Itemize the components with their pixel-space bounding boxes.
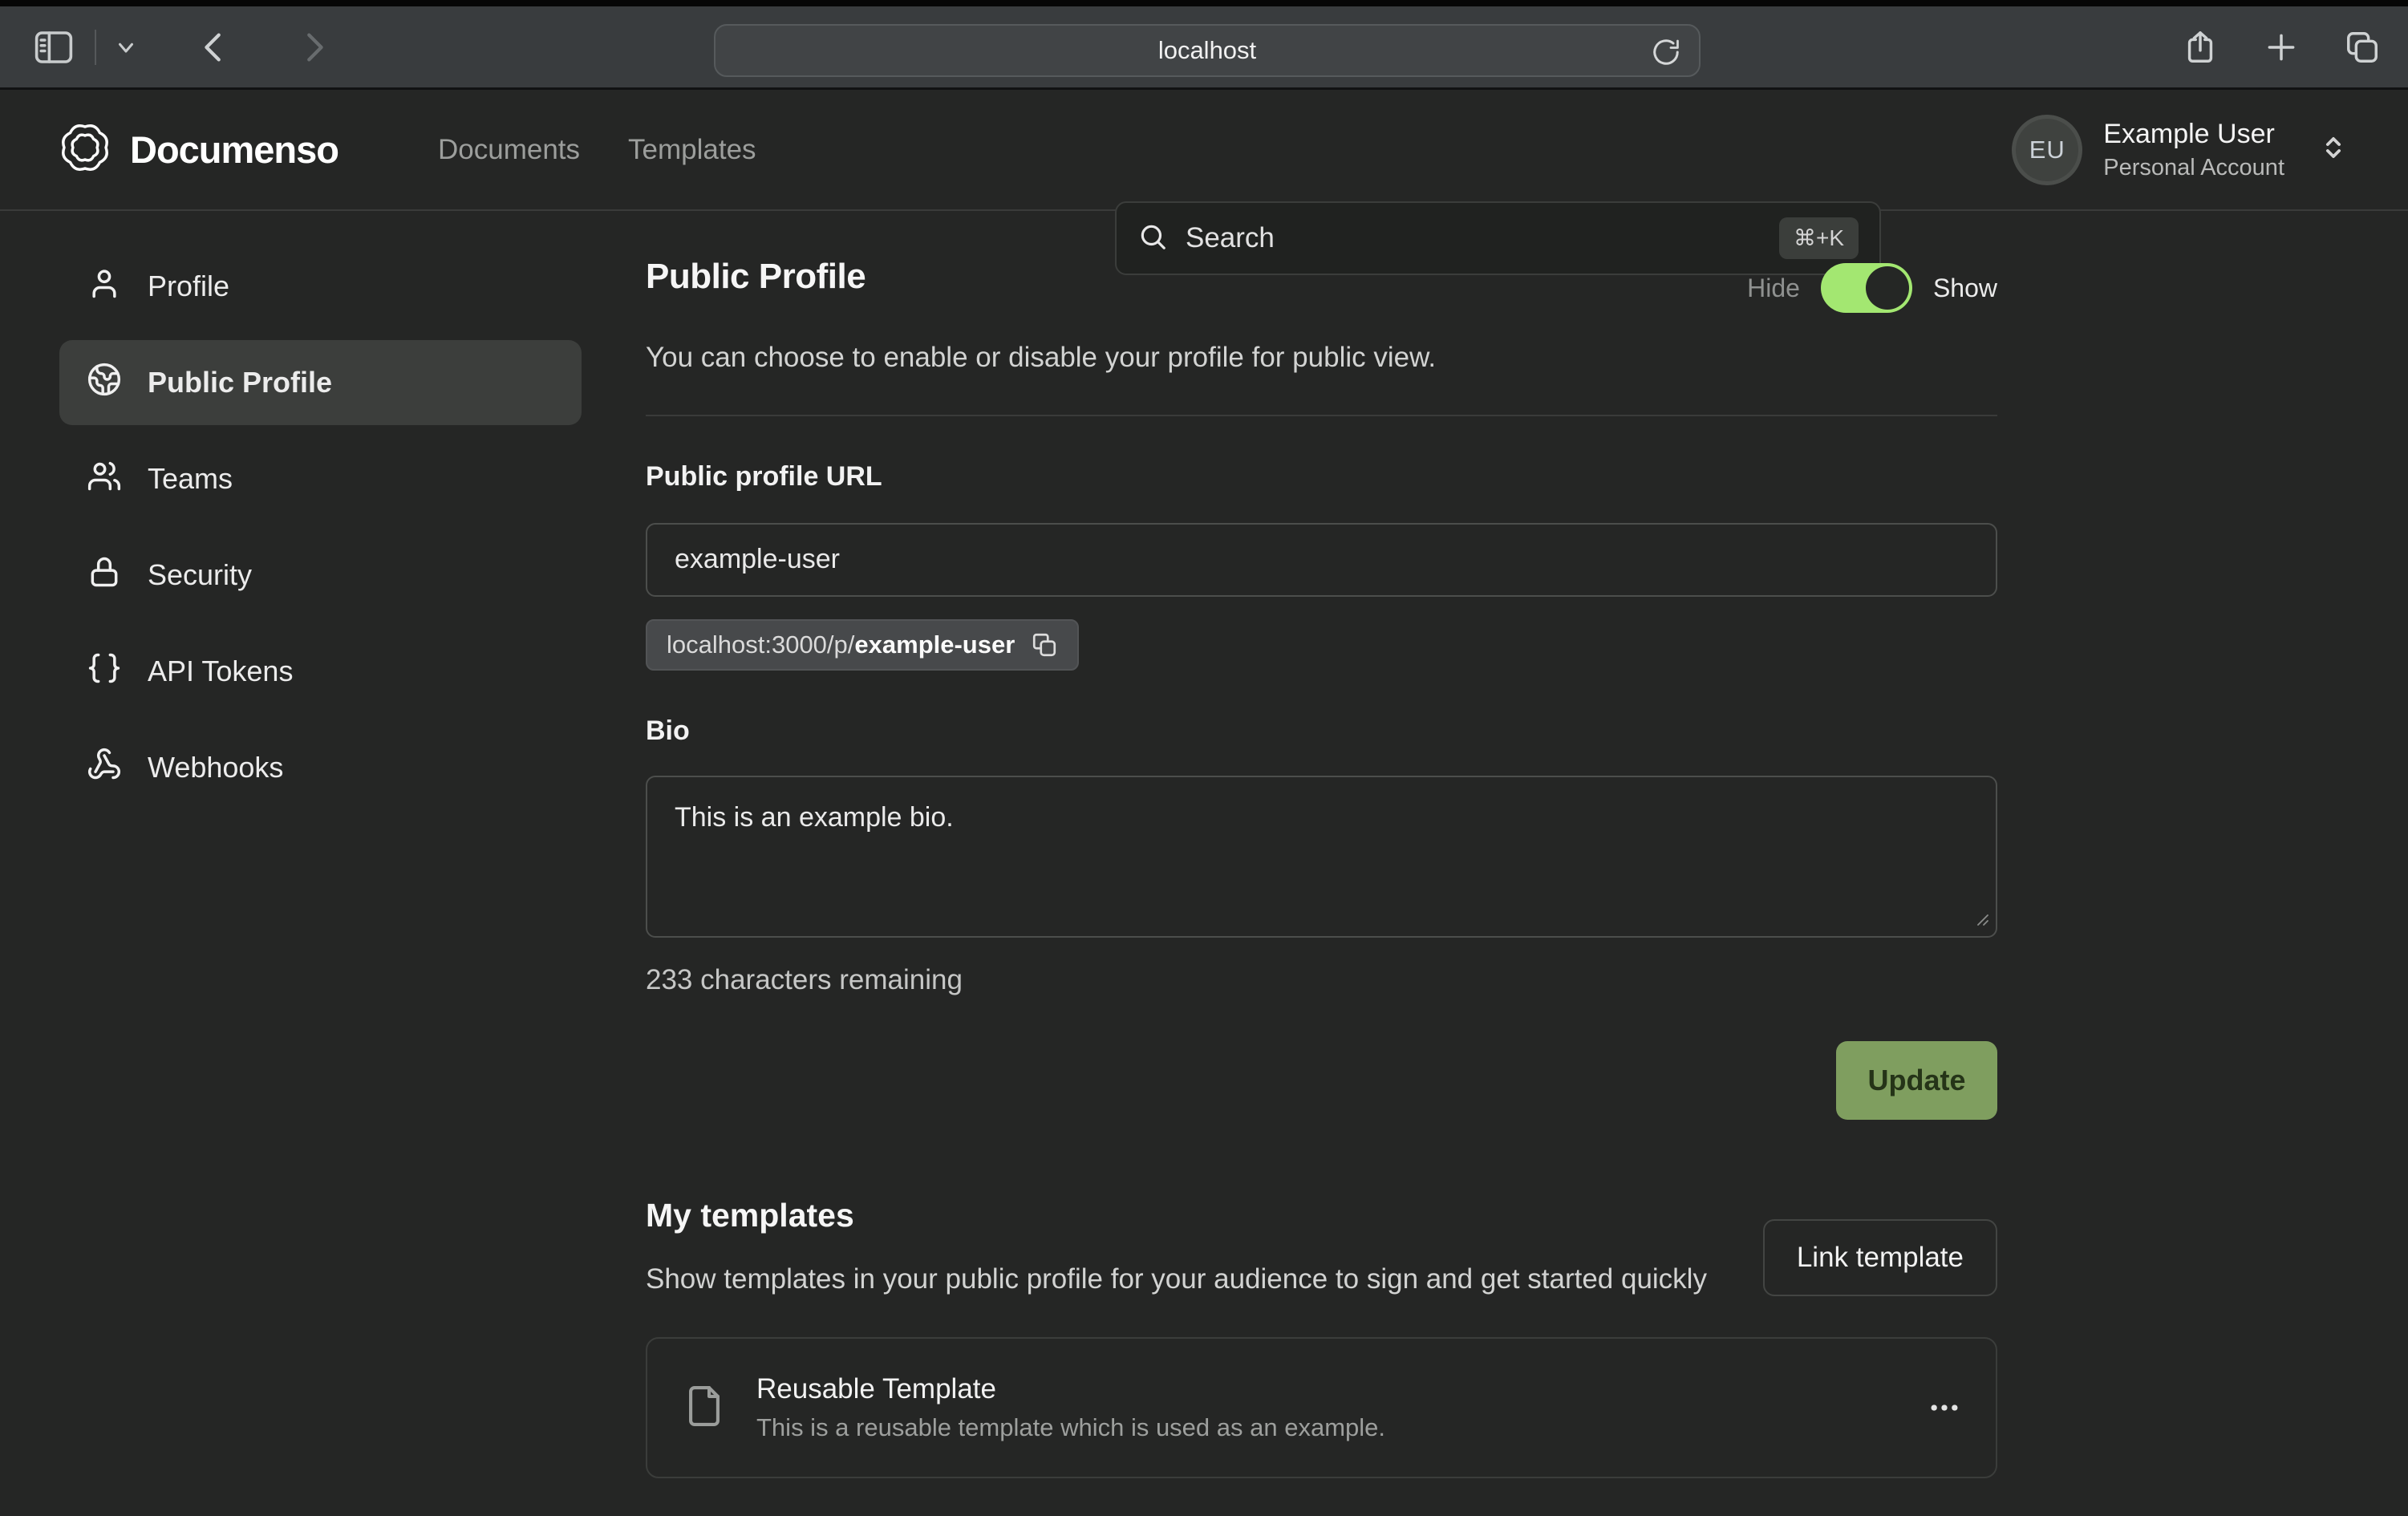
my-templates-title: My templates <box>646 1197 1707 1234</box>
account-type: Personal Account <box>2103 155 2284 181</box>
sidebar-item-label: API Tokens <box>148 655 293 688</box>
sidebar-item-label: Teams <box>148 462 233 496</box>
sidebar-item-api-tokens[interactable]: API Tokens <box>59 629 582 714</box>
profile-visibility-toggle[interactable] <box>1821 263 1912 313</box>
sidebar-item-teams[interactable]: Teams <box>59 436 582 521</box>
divider <box>646 415 1997 416</box>
resize-grip-icon[interactable] <box>1972 909 1991 932</box>
template-more-actions-icon[interactable] <box>1927 1390 1962 1425</box>
template-row[interactable]: Reusable Template This is a reusable tem… <box>646 1337 1997 1478</box>
chevron-down-icon[interactable] <box>114 35 138 59</box>
documenso-logo-icon <box>59 122 111 177</box>
my-templates-description: Show templates in your public profile fo… <box>646 1259 1707 1301</box>
profile-url-preview[interactable]: localhost:3000/p/example-user <box>646 619 1079 671</box>
search-input[interactable] <box>1186 222 1761 254</box>
tab-overview-icon[interactable] <box>2344 29 2381 66</box>
sidebar-item-label: Profile <box>148 270 229 303</box>
sidebar-item-public-profile[interactable]: Public Profile <box>59 340 582 425</box>
sidebar-item-label: Security <box>148 558 252 592</box>
brand-name: Documenso <box>130 128 338 172</box>
toggle-knob <box>1866 266 1909 310</box>
sidebar-item-profile[interactable]: Profile <box>59 244 582 329</box>
account-name: Example User <box>2103 119 2284 150</box>
address-bar-url: localhost <box>1158 36 1256 65</box>
toggle-hide-label: Hide <box>1747 274 1800 303</box>
user-icon <box>87 266 122 308</box>
template-description: This is a reusable template which is use… <box>756 1413 1385 1442</box>
characters-remaining: 233 characters remaining <box>646 964 1997 996</box>
profile-url-slug: example-user <box>854 630 1015 659</box>
settings-sidebar: Profile Public Profile <box>0 211 582 1516</box>
account-menu[interactable]: EU Example User Personal Account <box>2012 115 2349 185</box>
profile-url-prefix: localhost:3000/p/ <box>667 630 854 659</box>
public-profile-settings: Public Profile Hide Show You can choose … <box>646 211 1997 1516</box>
refresh-icon[interactable] <box>1651 37 1681 67</box>
update-button[interactable]: Update <box>1836 1041 1997 1120</box>
search-shortcut-badge: ⌘+K <box>1779 217 1859 259</box>
forward-button-icon[interactable] <box>295 29 332 66</box>
bio-field-label: Bio <box>646 715 1997 747</box>
globe-icon <box>87 362 122 404</box>
sidebar-item-webhooks[interactable]: Webhooks <box>59 725 582 810</box>
back-button-icon[interactable] <box>196 29 233 66</box>
sidebar-item-security[interactable]: Security <box>59 533 582 618</box>
link-template-button[interactable]: Link template <box>1763 1219 1997 1296</box>
page: localhost <box>0 0 2408 1516</box>
sidebar-item-label: Public Profile <box>148 366 332 399</box>
browser-chrome: localhost <box>0 0 2408 90</box>
app-header: Documenso Documents Templates ⌘+K EU Exa… <box>0 90 2408 211</box>
avatar: EU <box>2012 115 2082 185</box>
sidebar-toggle-icon[interactable] <box>32 26 75 69</box>
copy-icon[interactable] <box>1031 631 1058 659</box>
new-tab-icon[interactable] <box>2264 30 2299 65</box>
bio-textarea[interactable]: This is an example bio. <box>646 776 1997 938</box>
public-profile-url-input[interactable] <box>646 523 1997 597</box>
nav-templates[interactable]: Templates <box>628 126 756 174</box>
file-icon <box>681 1383 728 1433</box>
users-icon <box>87 458 122 501</box>
braces-icon <box>87 651 122 693</box>
template-title: Reusable Template <box>756 1373 1385 1405</box>
lock-icon <box>87 554 122 597</box>
divider <box>95 30 96 65</box>
search-icon <box>1137 221 1168 256</box>
sidebar-item-label: Webhooks <box>148 751 283 784</box>
app: Documenso Documents Templates ⌘+K EU Exa… <box>0 90 2408 1516</box>
brand[interactable]: Documenso <box>59 122 338 177</box>
chevrons-up-down-icon <box>2318 132 2349 167</box>
url-field-label: Public profile URL <box>646 461 1997 492</box>
share-icon[interactable] <box>2182 29 2219 66</box>
page-title: Public Profile <box>646 257 866 297</box>
page-description: You can choose to enable or disable your… <box>646 337 1997 379</box>
search-bar[interactable]: ⌘+K <box>1115 201 1881 275</box>
top-nav: Documents Templates <box>438 126 756 174</box>
address-bar[interactable]: localhost <box>714 24 1701 77</box>
nav-documents[interactable]: Documents <box>438 126 580 174</box>
webhook-icon <box>87 747 122 789</box>
toggle-show-label: Show <box>1933 274 1997 303</box>
